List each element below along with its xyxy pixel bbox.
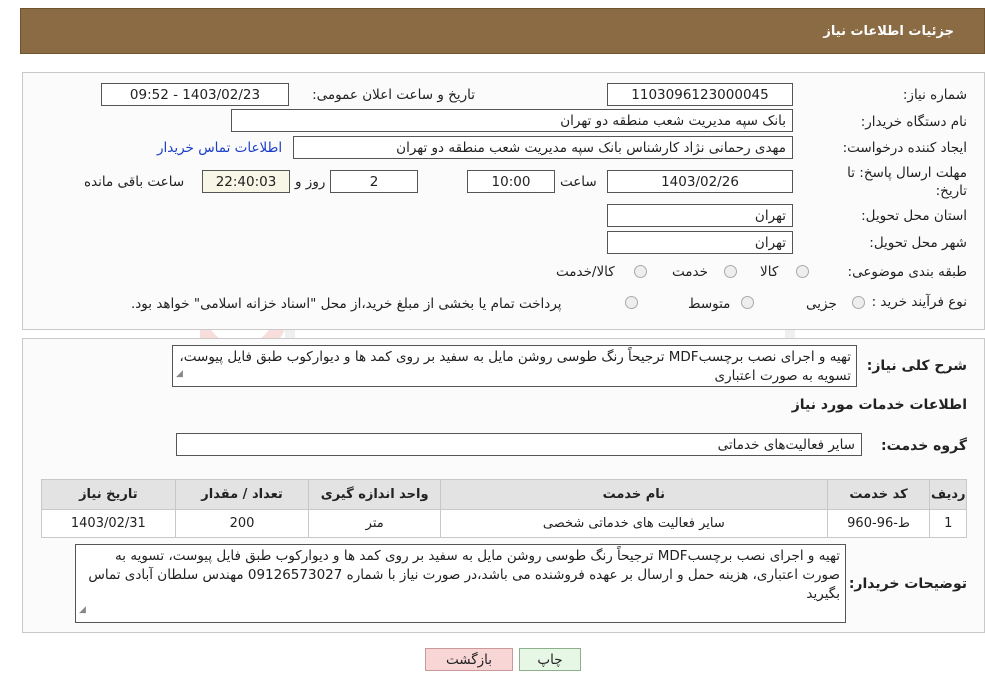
deadline-time-field: 10:00: [467, 170, 555, 193]
col-qty-header: تعداد / مقدار: [174, 479, 310, 510]
cell-row: 1: [929, 509, 967, 538]
category-radio-both[interactable]: [634, 265, 647, 278]
city-label: شهر محل تحویل:: [869, 235, 967, 251]
announce-label: تاریخ و ساعت اعلان عمومی:: [312, 87, 475, 103]
resize-grip-icon[interactable]: ◢: [79, 601, 86, 620]
creator-label: ایجاد کننده درخواست:: [842, 140, 967, 156]
buyer-notes-label: توضیحات خریدار:: [848, 576, 967, 592]
remaining-time-field: 22:40:03: [202, 170, 290, 193]
purchase-radio-treasury[interactable]: [625, 296, 638, 309]
need-number-field: 1103096123000045: [607, 83, 793, 106]
category-option-service: خدمت: [672, 264, 708, 280]
service-group-field: سایر فعالیت‌های خدماتی: [176, 433, 862, 456]
table-header-row: ردیف کد خدمت نام خدمت واحد اندازه گیری ت…: [41, 479, 967, 510]
category-option-goods: کالا: [760, 264, 779, 280]
summary-label: شرح کلی نیاز:: [866, 358, 967, 374]
days-field: 2: [330, 170, 418, 193]
category-radio-goods[interactable]: [796, 265, 809, 278]
cell-name: سایر فعالیت های خدماتی شخصی: [440, 509, 828, 538]
purchase-note: پرداخت تمام یا بخشی از مبلغ خرید،از محل …: [131, 296, 562, 312]
back-button[interactable]: بازگشت: [425, 648, 513, 671]
buyer-org-field: بانک سپه مدیریت شعب منطقه دو تهران: [231, 109, 793, 132]
deadline-date-field: 1403/02/26: [607, 170, 793, 193]
buyer-notes-textarea[interactable]: تهیه و اجرای نصب برچسبMDF ترجیحاً رنگ طو…: [75, 544, 846, 623]
time-label: ساعت: [560, 174, 597, 190]
city-field: تهران: [607, 231, 793, 254]
col-row-header: ردیف: [929, 479, 967, 510]
services-table: ردیف کد خدمت نام خدمت واحد اندازه گیری ت…: [41, 479, 967, 538]
purchase-option-medium: متوسط: [688, 296, 731, 312]
col-code-header: کد خدمت: [826, 479, 931, 510]
cell-date: 1403/02/31: [41, 509, 176, 538]
print-button[interactable]: چاپ: [519, 648, 581, 671]
category-label: طبقه بندی موضوعی:: [847, 264, 967, 280]
cell-unit: متر: [308, 509, 441, 538]
summary-textarea[interactable]: تهیه و اجرای نصب برچسبMDF ترجیحاً رنگ طو…: [172, 345, 857, 387]
contact-info-link[interactable]: اطلاعات تماس خریدار: [157, 140, 282, 156]
purchase-type-label: نوع فرآیند خرید :: [871, 294, 967, 310]
col-date-header: تاریخ نیاز: [41, 479, 176, 510]
purchase-option-minor: جزیی: [806, 296, 837, 312]
cell-qty: 200: [174, 509, 310, 538]
summary-text: تهیه و اجرای نصب برچسبMDF ترجیحاً رنگ طو…: [179, 349, 851, 384]
purchase-radio-minor[interactable]: [852, 296, 865, 309]
page-title: جزئیات اطلاعات نیاز: [823, 23, 954, 39]
province-field: تهران: [607, 204, 793, 227]
col-unit-header: واحد اندازه گیری: [308, 479, 441, 510]
buyer-notes-text: تهیه و اجرای نصب برچسبMDF ترجیحاً رنگ طو…: [88, 548, 840, 602]
province-label: استان محل تحویل:: [861, 208, 967, 224]
page-header: جزئیات اطلاعات نیاز: [20, 8, 985, 54]
days-label: روز و: [295, 174, 326, 190]
cell-code: ط-96-960: [826, 509, 931, 538]
purchase-radio-medium[interactable]: [741, 296, 754, 309]
creator-field: مهدی رحمانی نژاد کارشناس بانک سپه مدیریت…: [293, 136, 793, 159]
category-radio-service[interactable]: [724, 265, 737, 278]
buyer-org-label: نام دستگاه خریدار:: [860, 114, 967, 130]
category-option-both: کالا/خدمت: [556, 264, 615, 280]
resize-grip-icon[interactable]: ◢: [176, 365, 183, 384]
need-number-label: شماره نیاز:: [902, 87, 967, 103]
deadline-label: مهلت ارسال پاسخ: تا: [847, 165, 967, 181]
services-section-title: اطلاعات خدمات مورد نیاز: [791, 397, 967, 413]
announce-field: 1403/02/23 - 09:52: [101, 83, 289, 106]
remaining-label: ساعت باقی مانده: [84, 174, 185, 190]
service-group-label: گروه خدمت:: [881, 438, 967, 454]
col-name-header: نام خدمت: [440, 479, 828, 510]
table-row[interactable]: 1 ط-96-960 سایر فعالیت های خدماتی شخصی م…: [41, 509, 967, 538]
deadline-label-date: تاریخ:: [935, 183, 967, 199]
